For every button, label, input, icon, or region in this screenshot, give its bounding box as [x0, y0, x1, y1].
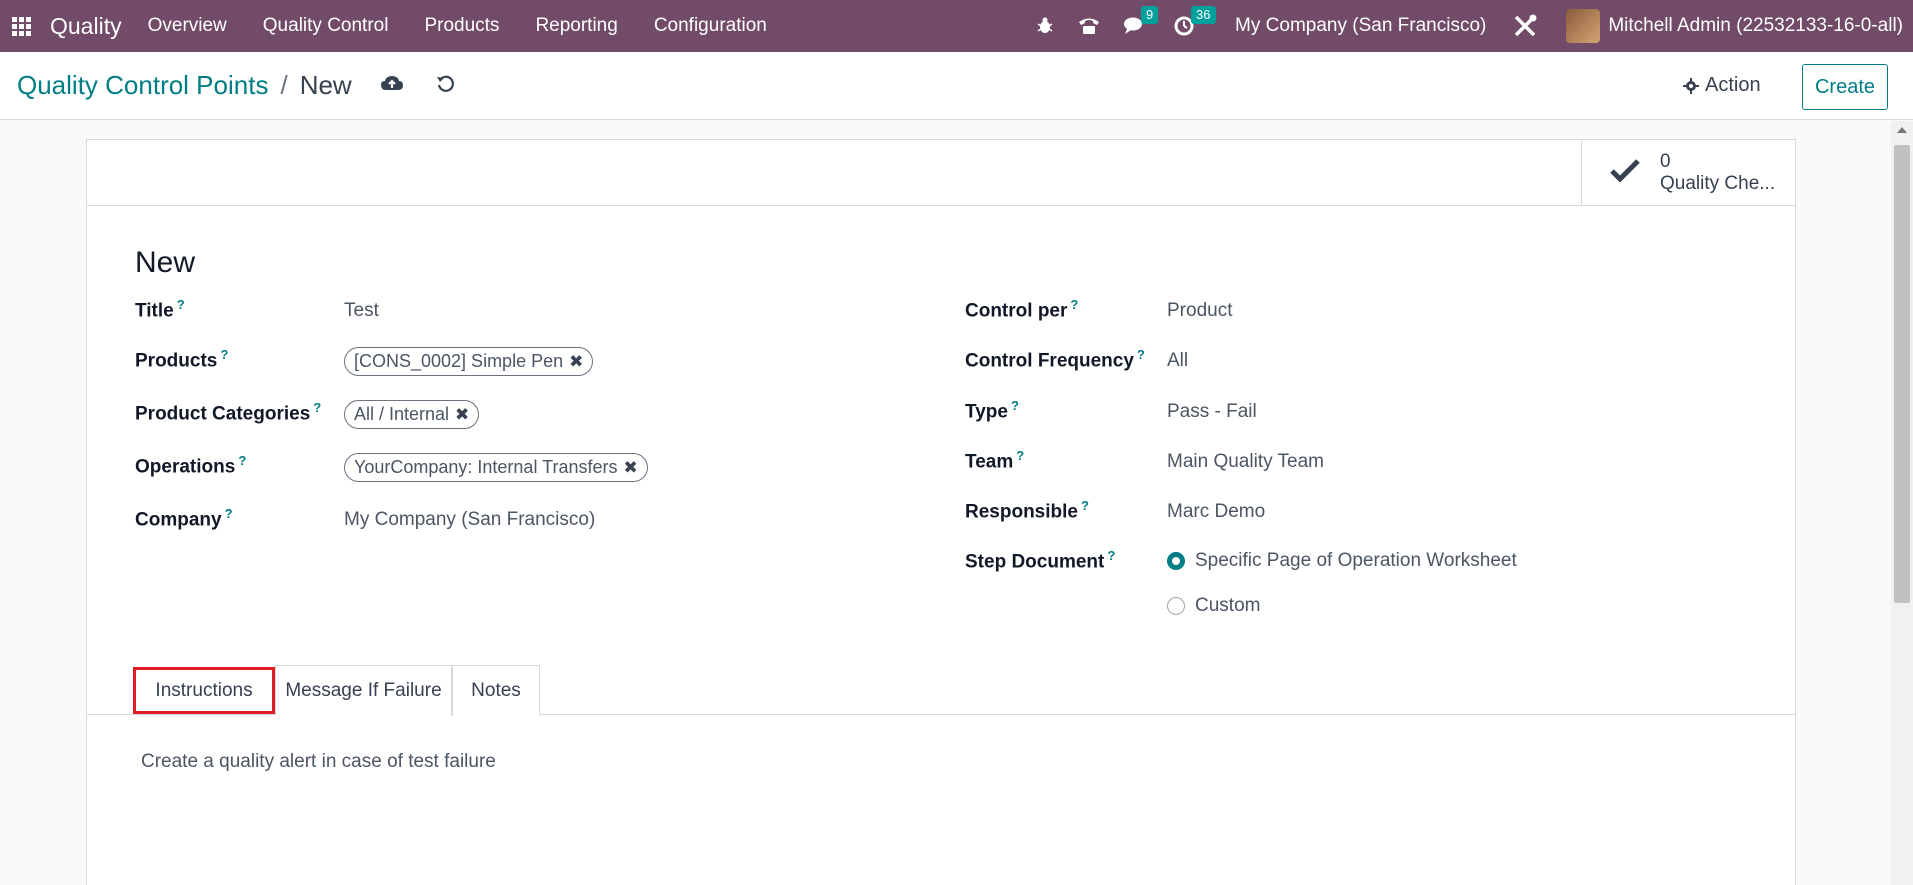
tab-message-if-failure[interactable]: Message If Failure	[275, 665, 452, 716]
team-label: Team?	[965, 448, 1025, 473]
radio-specific-page[interactable]: Specific Page of Operation Worksheet	[1167, 550, 1517, 572]
gear-icon	[1683, 77, 1699, 94]
notebook-tabs: Instructions Message If Failure Notes	[87, 665, 1795, 716]
company-field[interactable]: My Company (San Francisco)	[344, 509, 595, 531]
remove-tag-icon[interactable]: ✖	[569, 352, 583, 372]
menu-reporting[interactable]: Reporting	[535, 15, 617, 37]
instructions-content[interactable]: Create a quality alert in case of test f…	[141, 751, 496, 773]
help-icon[interactable]: ?	[225, 506, 233, 521]
help-icon[interactable]: ?	[1081, 498, 1089, 513]
help-icon[interactable]: ?	[177, 297, 185, 312]
remove-tag-icon[interactable]: ✖	[623, 458, 637, 478]
breadcrumb-current: New	[299, 70, 352, 100]
scroll-thumb[interactable]	[1894, 145, 1910, 603]
breadcrumb-separator: /	[280, 70, 288, 100]
help-icon[interactable]: ?	[1070, 297, 1078, 312]
apps-menu-icon[interactable]	[0, 0, 42, 52]
messages-icon[interactable]: 9	[1123, 0, 1159, 52]
page-scrollbar[interactable]	[1891, 121, 1913, 885]
phone-icon[interactable]	[1077, 0, 1101, 52]
activities-badge: 36	[1191, 6, 1216, 24]
radio-button[interactable]	[1167, 597, 1185, 615]
radio-label: Specific Page of Operation Worksheet	[1195, 550, 1517, 571]
radio-button-checked[interactable]	[1167, 552, 1185, 570]
responsible-field[interactable]: Marc Demo	[1167, 501, 1265, 523]
tag-label: YourCompany: Internal Transfers	[354, 457, 618, 477]
operations-label: Operations?	[135, 453, 247, 478]
menu-overview[interactable]: Overview	[148, 15, 227, 37]
tab-notes[interactable]: Notes	[452, 665, 540, 716]
help-icon[interactable]: ?	[238, 453, 246, 468]
create-button[interactable]: Create	[1802, 64, 1888, 110]
company-label: Company?	[135, 506, 233, 531]
type-field[interactable]: Pass - Fail	[1167, 401, 1257, 423]
user-avatar[interactable]	[1566, 9, 1601, 43]
quality-checks-count: 0	[1660, 151, 1671, 172]
remove-tag-icon[interactable]: ✖	[455, 405, 469, 425]
user-menu[interactable]: Mitchell Admin (22532133-16-0-all)	[1608, 15, 1903, 37]
team-field[interactable]: Main Quality Team	[1167, 451, 1324, 473]
top-navbar: Quality Overview Quality Control Product…	[0, 0, 1913, 52]
tab-instructions[interactable]: Instructions	[133, 667, 275, 714]
tools-icon[interactable]	[1512, 0, 1538, 52]
control-per-field[interactable]: Product	[1167, 300, 1232, 322]
type-label: Type?	[965, 398, 1019, 423]
tag-label: [CONS_0002] Simple Pen	[354, 351, 564, 371]
products-label: Products?	[135, 347, 229, 372]
products-tag[interactable]: [CONS_0002] Simple Pen ✖	[344, 347, 594, 376]
help-icon[interactable]: ?	[1137, 347, 1145, 362]
messages-badge: 9	[1141, 6, 1159, 24]
control-frequency-field[interactable]: All	[1167, 350, 1188, 372]
help-icon[interactable]: ?	[1107, 548, 1115, 563]
breadcrumb-parent[interactable]: Quality Control Points	[17, 70, 268, 101]
radio-custom[interactable]: Custom	[1167, 595, 1260, 617]
responsible-label: Responsible?	[965, 498, 1089, 523]
action-button-label: Action	[1705, 74, 1761, 96]
scroll-up-arrow-icon[interactable]	[1897, 127, 1907, 133]
bug-icon[interactable]	[1035, 0, 1055, 52]
discard-undo-icon[interactable]	[436, 74, 456, 100]
help-icon[interactable]: ?	[1016, 448, 1024, 463]
help-icon[interactable]: ?	[313, 400, 321, 415]
radio-label: Custom	[1195, 595, 1261, 616]
control-frequency-label: Control Frequency?	[965, 347, 1145, 372]
product-categories-tag[interactable]: All / Internal ✖	[344, 400, 480, 429]
company-switcher[interactable]: My Company (San Francisco)	[1235, 15, 1486, 37]
title-label: Title?	[135, 297, 185, 322]
product-categories-label: Product Categories?	[135, 400, 322, 425]
action-button[interactable]: Action	[1683, 74, 1761, 97]
title-field[interactable]: Test	[344, 300, 379, 322]
checkmark-icon	[1610, 156, 1640, 190]
menu-configuration[interactable]: Configuration	[654, 15, 767, 37]
smart-button-box: 0 Quality Che...	[87, 140, 1795, 206]
help-icon[interactable]: ?	[220, 347, 228, 362]
form-sheet: 0 Quality Che... New Title? Test Product…	[86, 139, 1796, 885]
breadcrumb: Quality Control Points / New	[17, 70, 352, 101]
quality-checks-smart-button[interactable]: 0 Quality Che...	[1581, 140, 1795, 206]
menu-quality-control[interactable]: Quality Control	[263, 15, 389, 37]
tag-label: All / Internal	[354, 404, 450, 424]
help-icon[interactable]: ?	[1011, 398, 1019, 413]
menu-products[interactable]: Products	[424, 15, 499, 37]
record-title[interactable]: New	[135, 246, 195, 280]
app-brand[interactable]: Quality	[50, 13, 122, 40]
quality-checks-label: Quality Che...	[1660, 173, 1776, 194]
control-panel: Quality Control Points / New Action Crea…	[0, 52, 1913, 120]
activities-clock-icon[interactable]: 36	[1173, 0, 1216, 52]
save-cloud-icon[interactable]	[380, 74, 404, 100]
control-per-label: Control per?	[965, 297, 1079, 322]
step-document-label: Step Document?	[965, 548, 1116, 573]
operations-tag[interactable]: YourCompany: Internal Transfers ✖	[344, 453, 648, 482]
